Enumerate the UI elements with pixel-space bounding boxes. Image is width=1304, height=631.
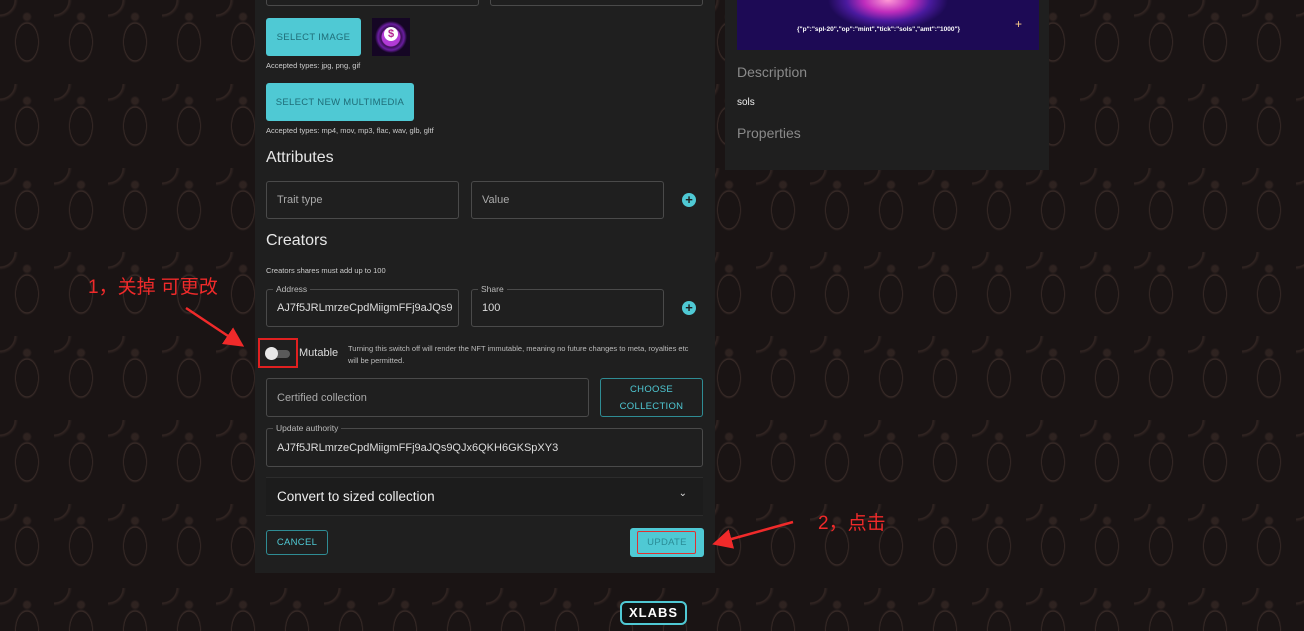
- xlabs-logo: XLABS: [620, 601, 687, 625]
- annotation-arrows: [185, 306, 794, 549]
- arrow-to-update: [712, 520, 794, 549]
- arrow-to-toggle: [185, 306, 245, 347]
